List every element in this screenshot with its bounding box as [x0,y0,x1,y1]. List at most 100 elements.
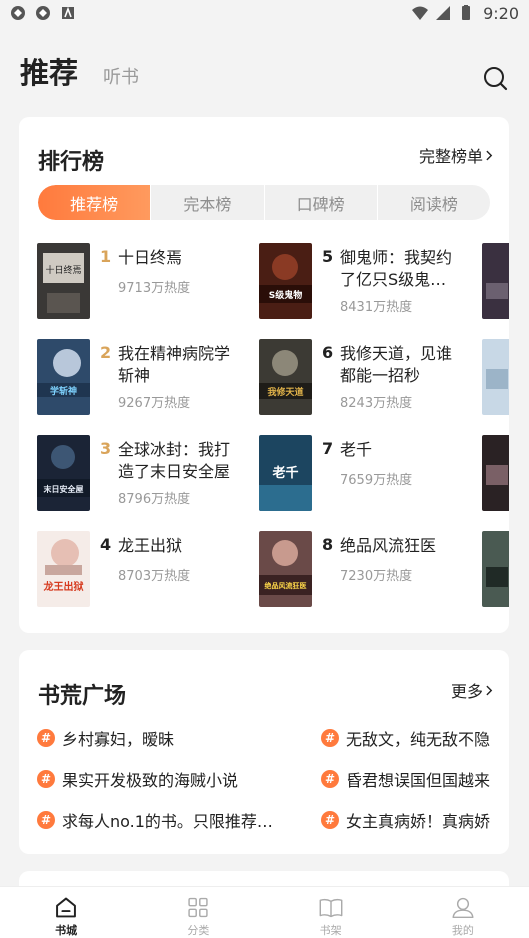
book-item[interactable]: 龙王出狱 4 龙王出狱 8703万热度 [37,531,252,607]
svg-text:学斩神: 学斩神 [50,385,77,397]
search-button[interactable] [482,65,508,91]
ranking-card: 排行榜 完整榜单 推荐榜 完本榜 口碑榜 阅读榜 十日终焉 1 十日终焉 971… [19,117,509,633]
hashtag-icon: # [37,729,55,747]
topic-item[interactable]: # 乡村寡妇，暧昧 [37,727,307,749]
wifi-icon [412,5,429,21]
book-cover: 我修天道 [259,339,312,415]
full-ranking-link[interactable]: 完整榜单 [419,143,493,167]
topic-item[interactable]: # 昏君想误国但国越来 [321,768,509,790]
book-item[interactable]: S级鬼物 5 御鬼师：我契约了亿只S级鬼… 8431万热度 [259,243,474,319]
svg-text:龙王出狱: 龙王出狱 [43,580,84,593]
svg-text:S级鬼物: S级鬼物 [269,289,302,301]
book-cover: 末日安全屋 [37,435,90,511]
rank-number: 2 [100,343,112,362]
book-heat: 8431万热度 [340,300,413,315]
rank-number: 4 [100,535,112,554]
topic-text: 无敌文，纯无敌不隐 [346,730,491,749]
book-item[interactable]: 我修天道 6 我修天道，见谁都能一招秒 8243万热度 [259,339,474,415]
hashtag-icon: # [321,770,339,788]
rank-number: 8 [322,535,334,554]
book-title: 老千 [340,440,373,459]
book-heat: 8796万热度 [118,492,191,507]
book-cover-partial[interactable] [482,531,509,607]
top-bar: 推荐 听书 [0,40,529,100]
chevron-right-icon [486,150,493,160]
nav-label: 分类 [187,924,210,937]
book-item[interactable]: 学斩神 2 我在精神病院学斩神 9267万热度 [37,339,252,415]
book-title: 我在精神病院学斩神 [118,344,231,385]
book-cover: 龙王出狱 [37,531,90,607]
book-cover-partial[interactable] [482,243,509,319]
nav-bookshelf[interactable]: 书架 [265,887,397,938]
book-cover-partial[interactable] [482,339,509,415]
signal-icon [435,5,451,21]
hashtag-icon: # [37,770,55,788]
book-heat: 7659万热度 [340,473,413,488]
chevron-right-icon [486,685,493,695]
svg-text:绝品风流狂医: 绝品风流狂医 [265,581,307,590]
book-title: 十日终焉 [118,248,183,267]
book-item[interactable]: 末日安全屋 3 全球冰封：我打造了末日安全屋 8796万热度 [37,435,252,511]
book-cover-partial[interactable] [482,435,509,511]
book-heat: 7230万热度 [340,569,413,584]
tab-recommend-list[interactable]: 推荐榜 [38,185,152,220]
topic-item[interactable]: # 女主真病娇！真病娇 [321,809,509,831]
app-notification-icon [60,5,76,21]
book-icon [319,898,343,918]
book-item[interactable]: 十日终焉 1 十日终焉 9713万热度 [37,243,252,319]
book-cover: 绝品风流狂医 [259,531,312,607]
svg-text:末日安全屋: 末日安全屋 [44,484,84,494]
nav-bookstore[interactable]: 书城 [0,887,132,938]
topic-text: 求每人no.1的书。只限推荐… [62,812,273,831]
nav-label: 书城 [55,924,78,937]
book-item[interactable]: 绝品风流狂医 8 绝品风流狂医 7230万热度 [259,531,474,607]
more-label: 更多 [450,682,483,701]
rank-number: 3 [100,439,112,458]
tab-reputation-list[interactable]: 口碑榜 [265,185,378,220]
notification-icon [35,5,51,21]
rank-number: 5 [322,247,334,266]
book-title: 绝品风流狂医 [340,536,437,555]
book-item[interactable]: 老千 7 老千 7659万热度 [259,435,474,511]
hashtag-icon: # [321,729,339,747]
svg-text:我修天道: 我修天道 [267,386,303,398]
status-bar: 9:20 [0,0,529,26]
user-icon [452,897,474,919]
ranking-tabs: 推荐榜 完本榜 口碑榜 阅读榜 [38,185,490,220]
topic-item[interactable]: # 无敌文，纯无敌不隐 [321,727,509,749]
book-heat: 9713万热度 [118,281,191,296]
book-square-card: 书荒广场 更多 # 乡村寡妇，暧昧 # 无敌文，纯无敌不隐 # 果实开发极致的海… [19,650,509,854]
book-heat: 8703万热度 [118,569,191,584]
book-title: 全球冰封：我打造了末日安全屋 [118,440,231,481]
book-cover: S级鬼物 [259,243,312,319]
book-cover: 学斩神 [37,339,90,415]
hashtag-icon: # [321,811,339,829]
notification-icon [10,5,26,21]
search-icon [484,67,508,91]
more-link[interactable]: 更多 [451,678,493,702]
nav-profile[interactable]: 我的 [397,887,529,938]
full-ranking-label: 完整榜单 [418,147,483,166]
tab-recommend[interactable]: 推荐 [20,50,78,92]
rank-number: 6 [322,343,334,362]
book-title: 龙王出狱 [118,536,183,555]
tab-completed-list[interactable]: 完本榜 [151,185,265,220]
book-cover: 老千 [259,435,312,511]
topic-item[interactable]: # 求每人no.1的书。只限推荐… [37,809,287,831]
topic-text: 乡村寡妇，暧昧 [62,730,175,749]
svg-text:十日终焉: 十日终焉 [45,264,81,276]
book-square-title: 书荒广场 [38,684,127,709]
book-cover: 十日终焉 [37,243,90,319]
book-heat: 8243万热度 [340,396,413,411]
status-time: 9:20 [483,3,519,23]
rank-number: 7 [322,439,334,458]
home-icon [56,897,77,918]
battery-icon [458,5,474,21]
tab-audiobook[interactable]: 听书 [103,63,139,89]
nav-category[interactable]: 分类 [132,887,264,938]
tab-reading-list[interactable]: 阅读榜 [378,185,490,220]
topic-text: 女主真病娇！真病娇 [346,812,491,831]
nav-label: 书架 [319,924,342,937]
hashtag-icon: # [37,811,55,829]
topic-item[interactable]: # 果实开发极致的海贼小说 [37,768,307,790]
